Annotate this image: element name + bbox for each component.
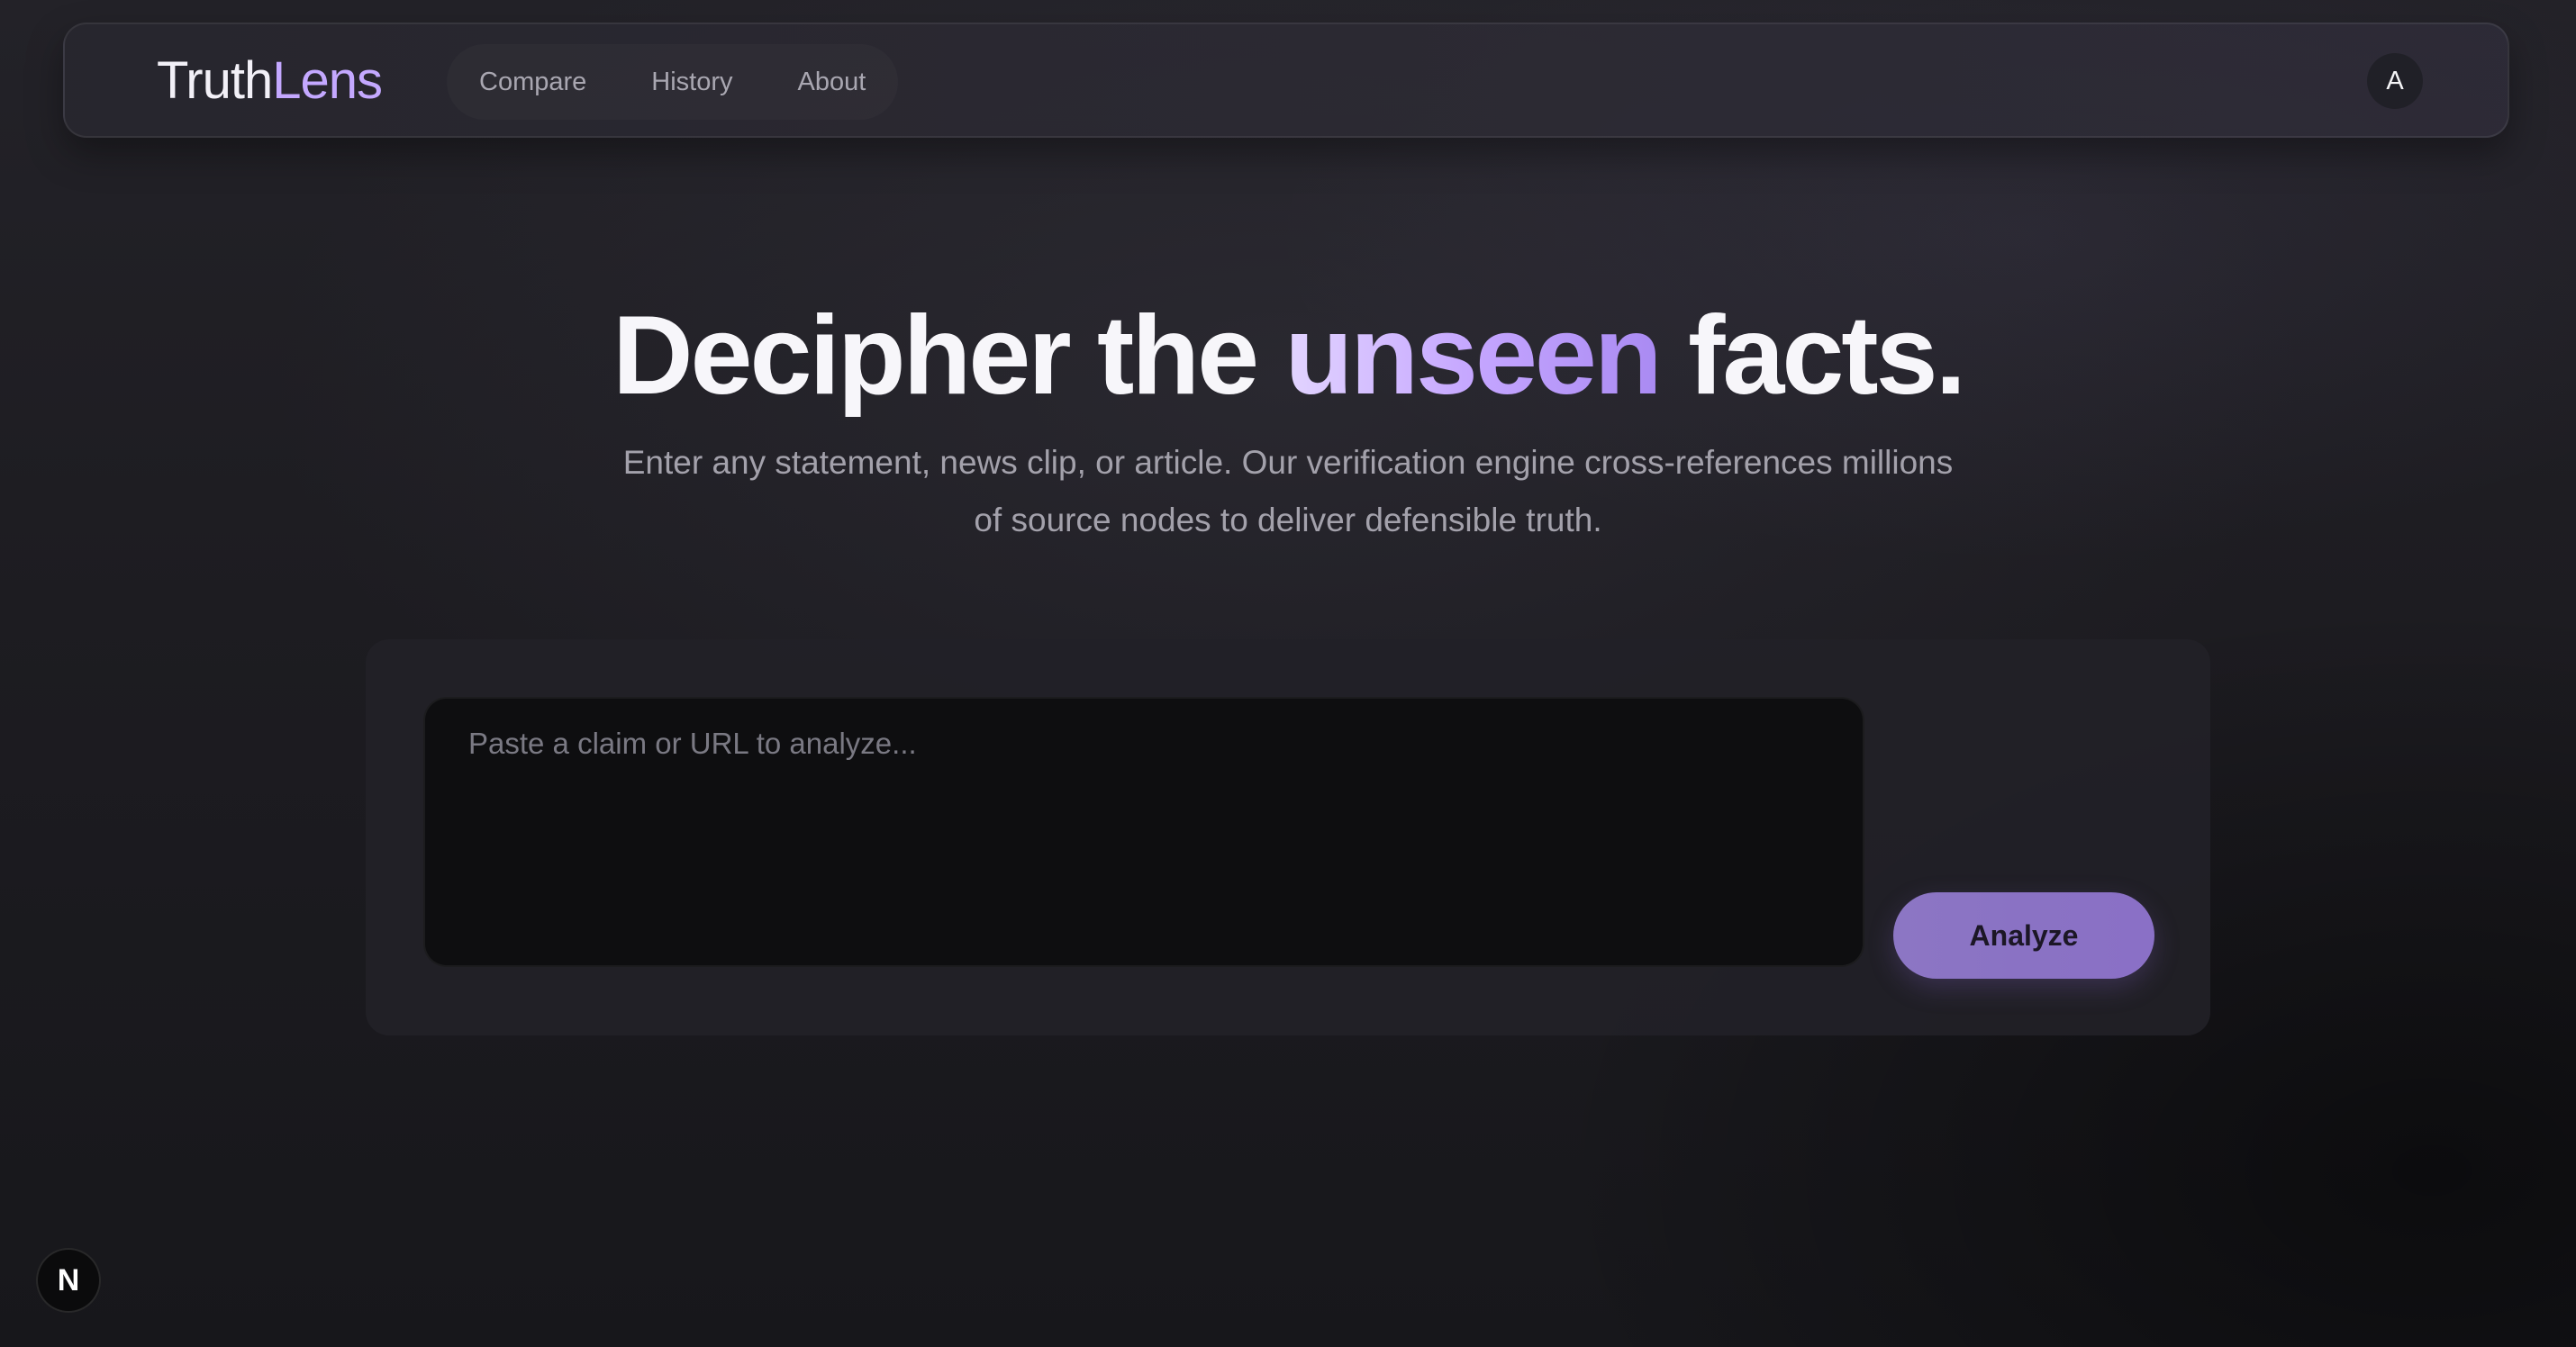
nav-link-compare[interactable]: Compare [479, 68, 586, 97]
hero-title: Decipher the unseen facts. [0, 288, 2576, 423]
hero-title-highlight: unseen [1284, 294, 1663, 418]
dev-indicator-button[interactable]: N [36, 1248, 101, 1313]
brand-name-lens: Lens [272, 51, 383, 110]
user-avatar-button[interactable]: A [2367, 53, 2423, 109]
top-navbar: TruthLens Compare History About A [63, 23, 2509, 138]
hero-title-start: Decipher the [612, 294, 1285, 418]
hero-subtitle: Enter any statement, news clip, or artic… [622, 444, 1954, 538]
nav-link-about[interactable]: About [798, 68, 866, 97]
analyze-button[interactable]: Analyze [1893, 892, 2154, 979]
claim-input[interactable] [423, 697, 1864, 967]
main-nav: Compare History About [447, 44, 898, 120]
brand-name-truth: Truth [157, 51, 273, 110]
claim-input-card: Analyze [366, 639, 2210, 1035]
brand-logo[interactable]: TruthLens [157, 50, 383, 113]
nav-link-history[interactable]: History [651, 68, 732, 97]
hero-title-end: facts. [1659, 294, 1966, 418]
